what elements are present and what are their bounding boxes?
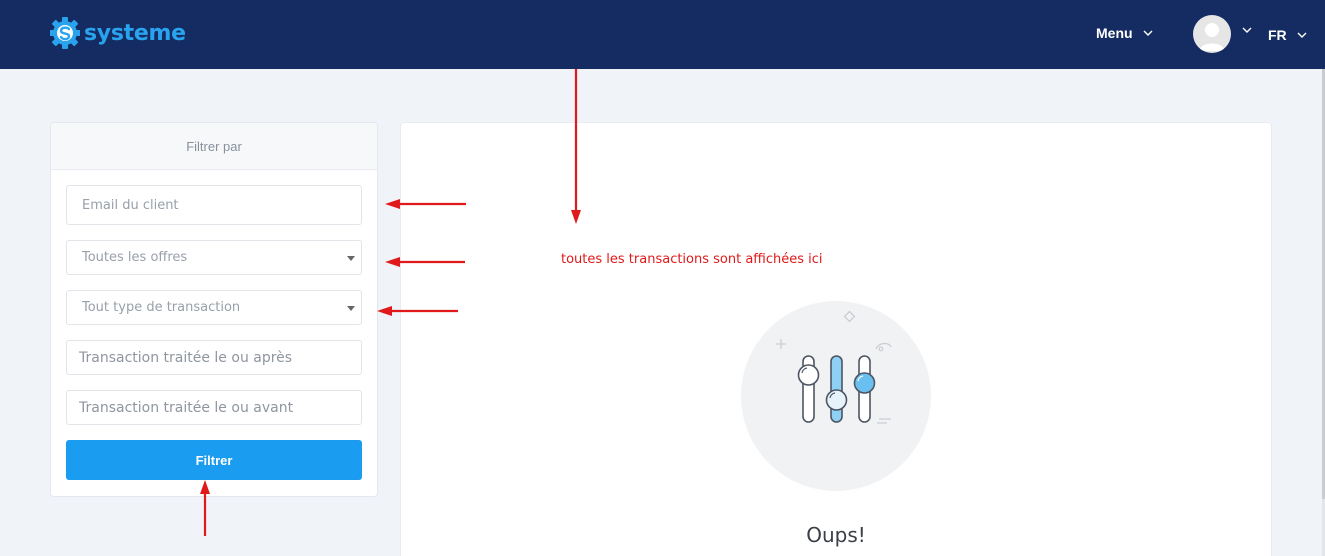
chevron-down-icon[interactable] (1242, 27, 1252, 33)
language-label: FR (1268, 27, 1287, 43)
chevron-down-icon (1143, 30, 1153, 36)
empty-state-illustration (741, 301, 931, 491)
filter-panel: Filtrer par Email du client Toutes les o… (51, 123, 377, 496)
sliders-icon (776, 310, 892, 424)
transactions-panel: Oups! (401, 123, 1271, 556)
client-email-input[interactable]: Email du client (66, 185, 362, 225)
brand-logo[interactable]: systeme (50, 16, 186, 50)
chevron-down-icon (1297, 32, 1307, 38)
menu-dropdown-button[interactable]: Menu (1096, 25, 1153, 41)
caret-down-icon (347, 256, 355, 261)
language-dropdown-button[interactable]: FR (1268, 27, 1307, 43)
annotation-text: toutes les transactions sont affichées i… (561, 252, 823, 267)
processed-before-placeholder: Transaction traitée le ou avant (79, 399, 294, 416)
brand-name: systeme (84, 20, 186, 46)
empty-state-title: Oups! (806, 523, 866, 547)
user-avatar-icon (1199, 23, 1225, 51)
transaction-type-select-value: Tout type de transaction (82, 300, 241, 315)
processed-after-placeholder: Transaction traitée le ou après (79, 349, 293, 366)
top-navbar: systeme Menu FR (0, 0, 1325, 69)
offers-select-value: Toutes les offres (82, 250, 188, 265)
processed-after-date-input[interactable]: Transaction traitée le ou après (66, 340, 362, 375)
transaction-type-select[interactable]: Tout type de transaction (66, 290, 362, 325)
caret-down-icon (347, 306, 355, 311)
client-email-placeholder: Email du client (82, 197, 179, 213)
logo-gear-icon (50, 17, 80, 49)
user-avatar[interactable] (1193, 15, 1231, 53)
filter-panel-title: Filtrer par (51, 123, 377, 170)
processed-before-date-input[interactable]: Transaction traitée le ou avant (66, 390, 362, 425)
filter-submit-button[interactable]: Filtrer (66, 440, 362, 480)
offers-select[interactable]: Toutes les offres (66, 240, 362, 275)
menu-label: Menu (1096, 25, 1133, 41)
